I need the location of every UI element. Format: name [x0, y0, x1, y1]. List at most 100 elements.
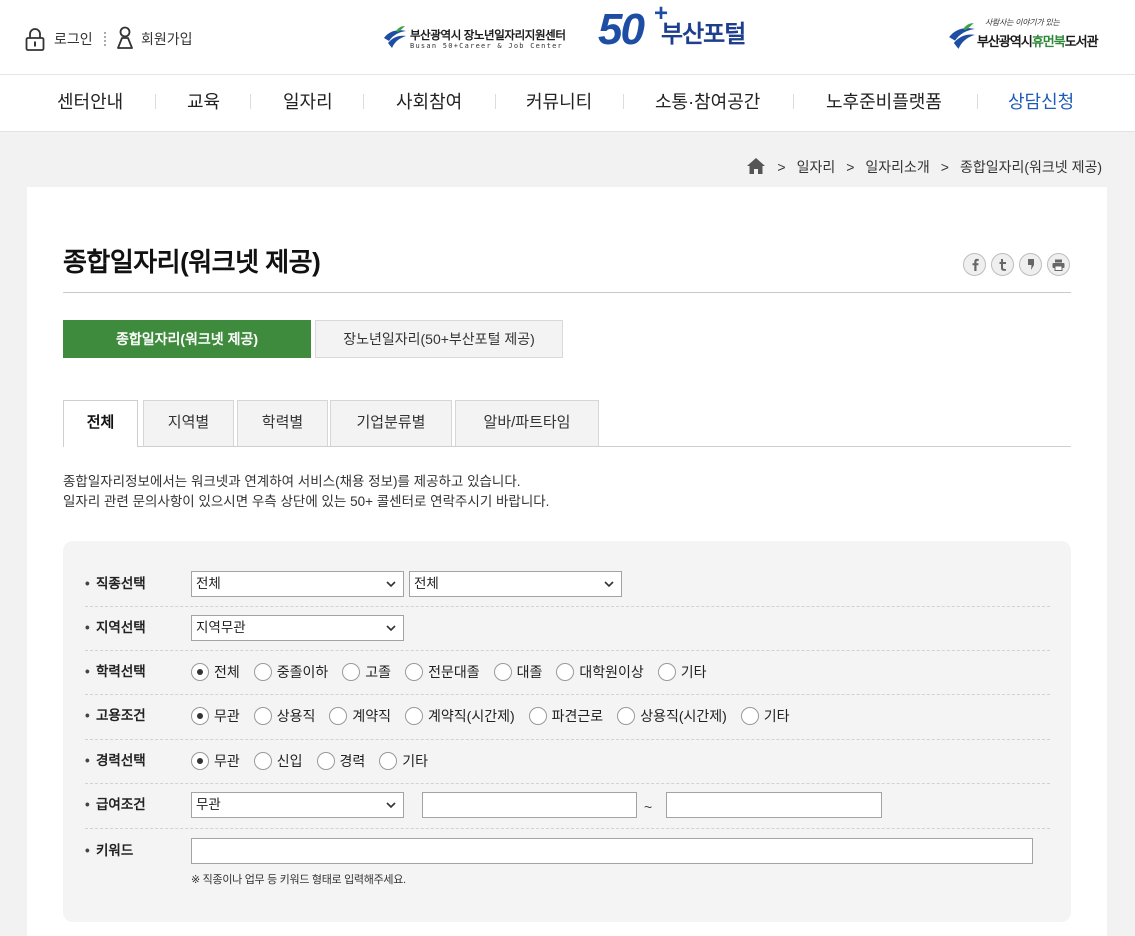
- radio-option[interactable]: 기타: [379, 751, 428, 771]
- keyword-hint: ※ 직종이나 업무 등 키워드 형태로 입력해주세요.: [191, 874, 406, 886]
- twitter-icon[interactable]: [991, 253, 1014, 276]
- radio-option[interactable]: 파견근로: [528, 706, 604, 726]
- partner-name: 부산광역시휴먼북도서관: [977, 31, 1099, 50]
- radio-option[interactable]: 상용직: [253, 706, 316, 726]
- select-value: 지역무관: [196, 620, 246, 635]
- region-select[interactable]: 지역무관: [191, 615, 404, 641]
- partner-name-highlight: 휴먼북: [1031, 34, 1066, 49]
- radio-option[interactable]: 전체: [191, 662, 240, 682]
- breadcrumb-separator: >: [846, 159, 855, 175]
- radio-option[interactable]: 중졸이하: [253, 662, 328, 682]
- field-label-education: 학력선택: [85, 659, 146, 685]
- page-title: 종합일자리(워크넷 제공): [63, 247, 321, 277]
- facebook-icon[interactable]: [963, 253, 986, 276]
- radio-button[interactable]: [379, 752, 398, 770]
- salary-max-input[interactable]: [666, 792, 882, 818]
- radio-button[interactable]: [617, 707, 636, 725]
- radio-button-checked[interactable]: [191, 707, 209, 725]
- radio-option[interactable]: 경력: [316, 751, 365, 771]
- tab-part-time[interactable]: 알바/파트타임: [455, 400, 599, 446]
- radio-button[interactable]: [253, 663, 272, 681]
- radio-option[interactable]: 전문대졸: [405, 662, 480, 682]
- field-label-employment: 고용조건: [85, 703, 146, 729]
- radio-label: 기타: [402, 753, 429, 769]
- blog-icon[interactable]: [1019, 253, 1042, 276]
- row-divider: [85, 694, 1050, 695]
- nav-separator: [793, 94, 794, 109]
- radio-button-checked[interactable]: [191, 663, 209, 681]
- nav-item-retirement[interactable]: 노후준비플랫폼: [826, 75, 942, 129]
- nav-separator: [155, 94, 156, 109]
- breadcrumb-item[interactable]: 일자리소개: [865, 157, 929, 177]
- nav-separator: [250, 94, 251, 109]
- title-divider: [63, 292, 1071, 293]
- radio-button-checked[interactable]: [191, 752, 209, 770]
- tab-all[interactable]: 전체: [63, 400, 138, 447]
- description-line: 종합일자리정보에서는 워크넷과 연계하여 서비스(채용 정보)를 제공하고 있습…: [63, 474, 521, 489]
- radio-option[interactable]: 기타: [740, 706, 790, 726]
- nav-item-education[interactable]: 교육: [187, 75, 220, 129]
- nav-item-participation[interactable]: 소통·참여공간: [655, 75, 760, 129]
- radio-option[interactable]: 신입: [253, 751, 303, 771]
- radio-button[interactable]: [740, 707, 759, 725]
- chevron-down-icon: [604, 581, 614, 588]
- radio-option[interactable]: 대졸: [493, 662, 542, 682]
- row-divider: [85, 783, 1050, 784]
- nav-item-consult[interactable]: 상담신청: [1008, 75, 1074, 129]
- radio-button[interactable]: [657, 663, 676, 681]
- breadcrumb-current[interactable]: 종합일자리(워크넷 제공): [960, 157, 1102, 177]
- radio-option[interactable]: 무관: [191, 706, 240, 726]
- radio-option[interactable]: 대학원이상: [556, 662, 644, 682]
- radio-label: 기타: [680, 664, 707, 680]
- radio-button[interactable]: [493, 663, 512, 681]
- radio-label: 상용직: [276, 708, 316, 724]
- chevron-down-icon: [386, 625, 396, 632]
- radio-option[interactable]: 계약직: [329, 706, 391, 726]
- home-icon[interactable]: [746, 157, 766, 178]
- salary-min-input[interactable]: [422, 792, 637, 818]
- signup-link[interactable]: 회원가입: [141, 30, 193, 48]
- radio-button[interactable]: [556, 663, 575, 681]
- radio-button[interactable]: [329, 707, 348, 725]
- radio-button[interactable]: [253, 752, 272, 770]
- nav-item-center[interactable]: 센터안내: [57, 75, 123, 129]
- radio-button[interactable]: [405, 663, 424, 681]
- radio-option[interactable]: 계약직(시간제): [405, 706, 515, 726]
- tab-company-type[interactable]: 기업분류별: [330, 400, 452, 446]
- radio-label: 계약직: [352, 708, 392, 724]
- salary-type-select[interactable]: 무관: [191, 792, 404, 818]
- partner-tagline: 사람사는 이야기가 있는: [985, 18, 1060, 27]
- radio-label: 신입: [276, 753, 303, 769]
- nav-item-jobs[interactable]: 일자리: [283, 75, 333, 129]
- radio-label: 기타: [763, 708, 790, 724]
- login-link[interactable]: 로그인: [54, 30, 93, 48]
- user-icon[interactable]: [116, 26, 134, 55]
- radio-option[interactable]: 고졸: [342, 662, 391, 682]
- search-form: [63, 541, 1071, 922]
- breadcrumb-item[interactable]: 일자리: [797, 157, 836, 177]
- chevron-down-icon: [386, 581, 396, 588]
- radio-button[interactable]: [253, 707, 272, 725]
- radio-option[interactable]: 무관: [191, 751, 240, 771]
- source-button-busan-portal[interactable]: 장노년일자리(50+부산포털 제공): [315, 320, 563, 358]
- lock-icon[interactable]: [25, 27, 45, 56]
- radio-button[interactable]: [342, 663, 361, 681]
- keyword-input[interactable]: [191, 838, 1033, 864]
- radio-button[interactable]: [405, 707, 424, 725]
- radio-button[interactable]: [528, 707, 547, 725]
- tab-education[interactable]: 학력별: [237, 400, 328, 446]
- print-icon[interactable]: [1047, 253, 1070, 276]
- radio-label: 파견근로: [551, 708, 604, 724]
- nav-item-community[interactable]: 커뮤니티: [526, 75, 592, 129]
- job-category-select[interactable]: 전체: [191, 571, 404, 597]
- radio-label: 전체: [214, 664, 240, 680]
- nav-item-social[interactable]: 사회참여: [396, 75, 462, 129]
- tab-region[interactable]: 지역별: [143, 400, 234, 446]
- job-subcategory-select[interactable]: 전체: [409, 571, 622, 597]
- header-separator: [104, 32, 106, 46]
- radio-option[interactable]: 상용직(시간제): [617, 706, 727, 726]
- field-label-region: 지역선택: [85, 615, 146, 641]
- source-button-worknet[interactable]: 종합일자리(워크넷 제공): [63, 320, 311, 358]
- radio-option[interactable]: 기타: [657, 662, 707, 682]
- radio-button[interactable]: [316, 752, 335, 770]
